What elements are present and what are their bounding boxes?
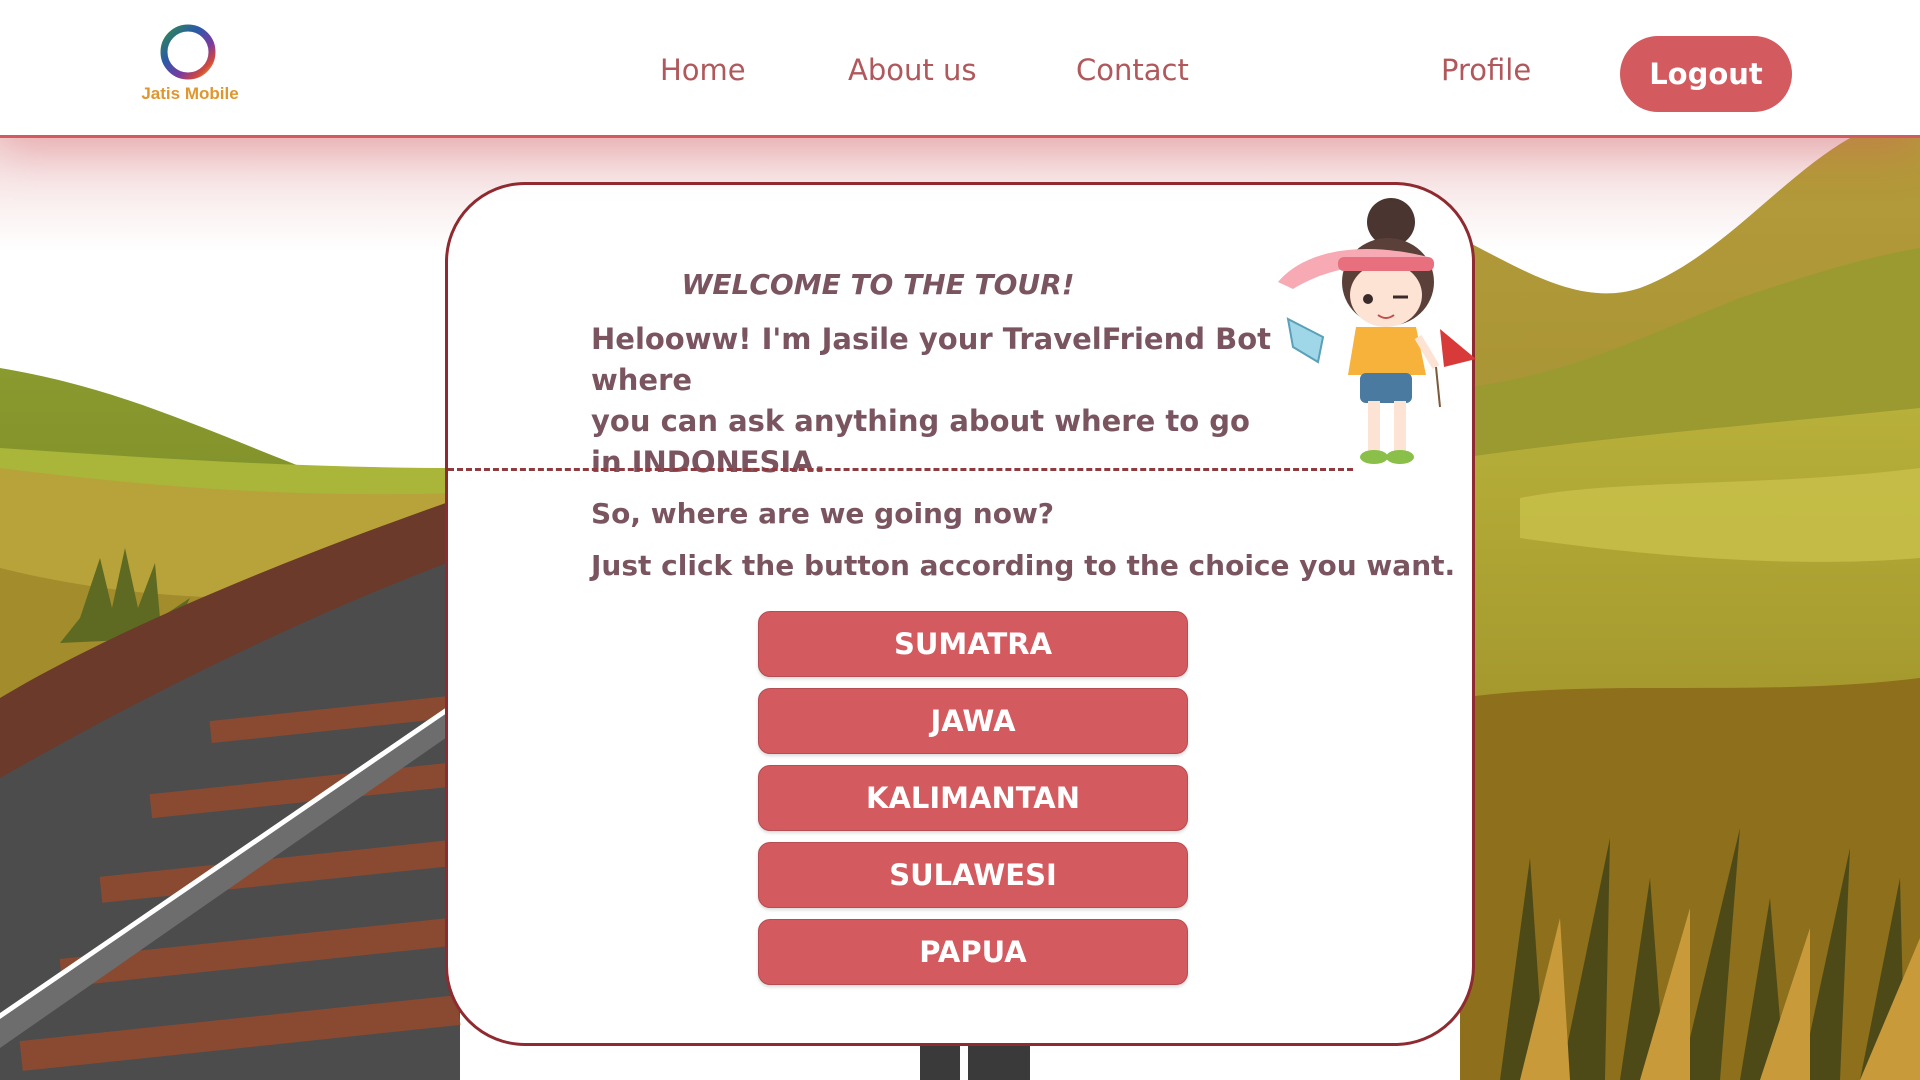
welcome-card: WELCOME TO THE TOUR! Helooww! I'm Jasile… — [445, 182, 1476, 1046]
intro-line-2: you can ask anything about where to go — [591, 404, 1250, 438]
dashed-divider — [448, 468, 1353, 471]
road-marking — [960, 1043, 968, 1080]
welcome-title: WELCOME TO THE TOUR! — [681, 268, 1075, 301]
logo-text: Jatis Mobile — [141, 84, 239, 103]
logout-button[interactable]: Logout — [1620, 36, 1792, 112]
intro-line-1: Helooww! I'm Jasile your TravelFriend Bo… — [591, 322, 1271, 397]
road — [920, 1043, 1030, 1080]
ring-logo-icon — [160, 24, 216, 80]
intro-line-3: in INDONESIA. — [591, 445, 826, 479]
choice-jawa-button[interactable]: JAWA — [758, 688, 1188, 754]
nav-contact-link[interactable]: Contact — [1076, 53, 1189, 87]
choice-papua-button[interactable]: PAPUA — [758, 919, 1188, 985]
jatis-mobile-logo[interactable]: Jatis Mobile — [130, 22, 250, 112]
top-navbar: Jatis Mobile Home About us Contact Profi… — [0, 0, 1920, 138]
question-text: So, where are we going now? — [591, 497, 1055, 530]
mascot-girl-illustration — [1278, 198, 1476, 464]
intro-text: Helooww! I'm Jasile your TravelFriend Bo… — [591, 319, 1311, 483]
choice-kalimantan-button[interactable]: KALIMANTAN — [758, 765, 1188, 831]
nav-about-link[interactable]: About us — [848, 53, 976, 87]
choice-sulawesi-button[interactable]: SULAWESI — [758, 842, 1188, 908]
choice-sumatra-button[interactable]: SUMATRA — [758, 611, 1188, 677]
nav-home-link[interactable]: Home — [660, 53, 746, 87]
nav-profile-link[interactable]: Profile — [1441, 53, 1531, 87]
instruction-text: Just click the button according to the c… — [591, 549, 1456, 582]
